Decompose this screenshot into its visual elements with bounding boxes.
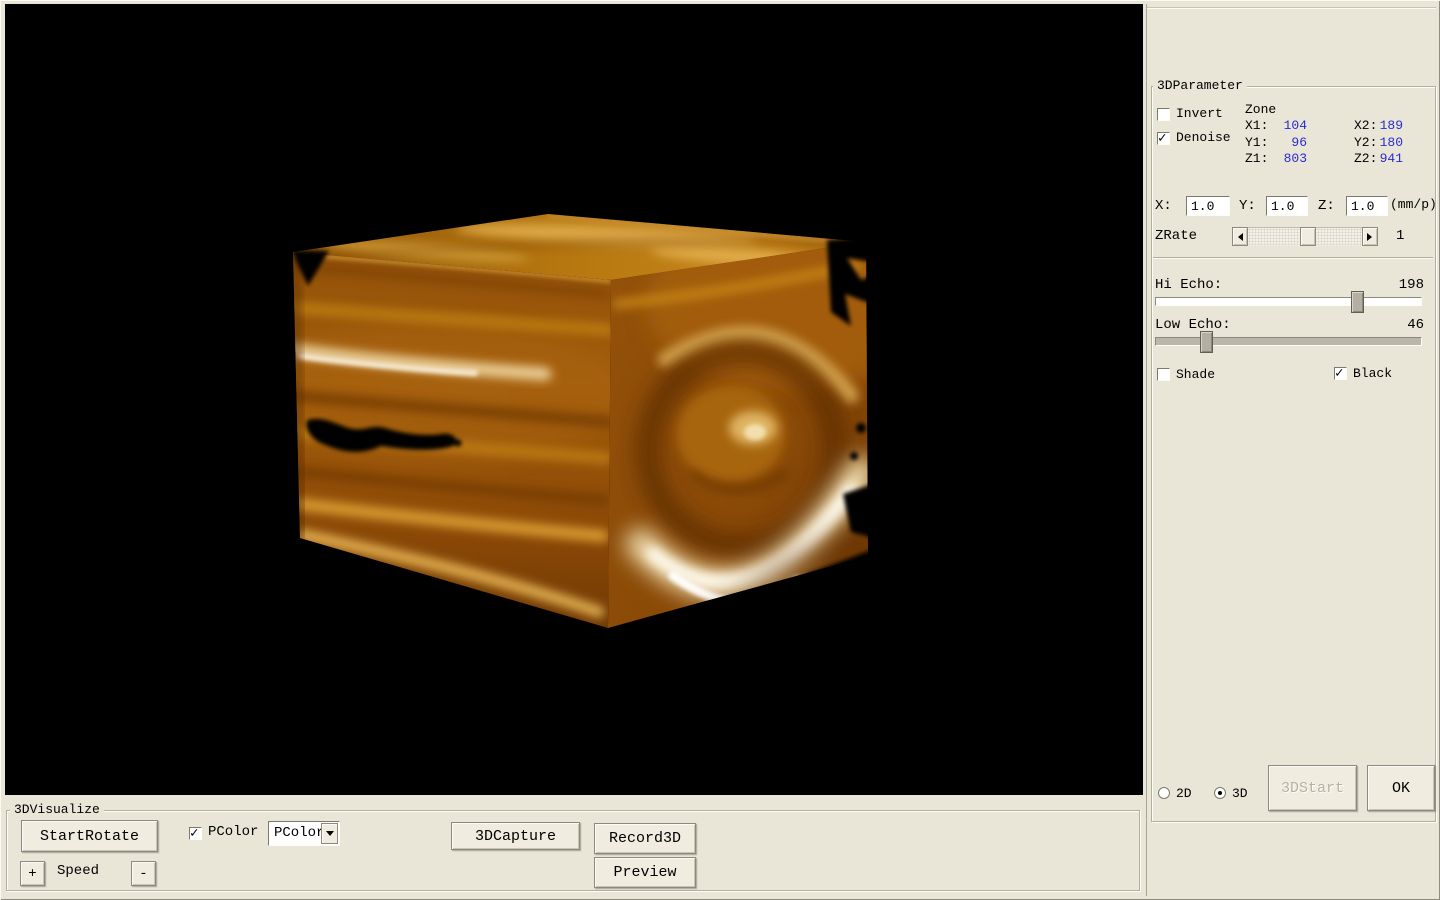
invert-checkbox[interactable] xyxy=(1157,108,1170,121)
pcolor-select-value: PColor xyxy=(274,825,324,841)
zrate-scroll-right-button[interactable] xyxy=(1362,227,1378,246)
arrow-left-icon xyxy=(1234,233,1243,241)
volume-3d-render xyxy=(5,4,1143,795)
x-scale-label: X: xyxy=(1155,199,1172,214)
hi-echo-slider[interactable] xyxy=(1155,291,1422,315)
black-checkbox[interactable] xyxy=(1334,367,1347,380)
zone-z1-label: Z1: xyxy=(1245,151,1268,166)
parameter-group-title: 3DParameter xyxy=(1153,79,1247,93)
panel-divider xyxy=(1146,4,1147,896)
zone-x1-value: 104 xyxy=(1267,118,1307,133)
shade-checkbox[interactable] xyxy=(1157,368,1170,381)
render-viewport[interactable] xyxy=(5,4,1143,795)
zrate-scrollbar[interactable] xyxy=(1232,227,1378,246)
zrate-value: 1 xyxy=(1396,229,1404,244)
denoise-label: Denoise xyxy=(1176,130,1231,145)
capture-3d-button[interactable]: 3DCapture xyxy=(451,822,580,850)
zrate-label: ZRate xyxy=(1155,229,1197,244)
y-scale-input[interactable] xyxy=(1266,196,1308,216)
mode-3d-label: 3D xyxy=(1232,786,1248,801)
zone-z1-value: 803 xyxy=(1267,151,1307,166)
low-echo-slider[interactable] xyxy=(1155,331,1422,355)
speed-minus-button[interactable]: - xyxy=(131,861,156,886)
scale-unit-label: (mm/p) xyxy=(1390,197,1437,212)
zone-x2-value: 189 xyxy=(1363,118,1403,133)
chevron-down-icon xyxy=(326,831,334,840)
zone-y1-label: Y1: xyxy=(1245,135,1268,150)
speed-plus-button[interactable]: + xyxy=(20,861,45,886)
mode-2d-radio[interactable] xyxy=(1158,787,1170,799)
speed-label: Speed xyxy=(57,864,99,879)
pcolor-select[interactable]: PColor xyxy=(268,821,340,846)
hi-echo-thumb[interactable] xyxy=(1351,291,1364,313)
zone-y1-value: 96 xyxy=(1267,135,1307,150)
zone-title: Zone xyxy=(1245,102,1276,117)
zone-y2-value: 180 xyxy=(1363,135,1403,150)
pcolor-select-dropdown-button[interactable] xyxy=(321,823,338,844)
start-3d-button[interactable]: 3DStart xyxy=(1268,765,1357,811)
low-echo-track[interactable] xyxy=(1155,337,1422,346)
hi-echo-track[interactable] xyxy=(1155,297,1422,306)
zone-x1-label: X1: xyxy=(1245,118,1268,133)
parameter-separator xyxy=(1153,257,1433,259)
z-scale-label: Z: xyxy=(1318,199,1335,214)
visualize-group-title: 3DVisualize xyxy=(10,803,104,817)
volume-right-face xyxy=(608,219,945,628)
app-window: 3DParameter Invert Denoise Zone X1: 104 … xyxy=(0,0,1440,900)
low-echo-thumb[interactable] xyxy=(1200,331,1213,353)
zrate-scroll-thumb[interactable] xyxy=(1300,227,1316,246)
pcolor-checkbox[interactable] xyxy=(189,827,202,840)
start-rotate-button[interactable]: StartRotate xyxy=(21,820,158,852)
ok-button[interactable]: OK xyxy=(1367,765,1435,811)
black-label: Black xyxy=(1353,366,1392,381)
mode-2d-label: 2D xyxy=(1176,786,1192,801)
zone-z2-value: 941 xyxy=(1363,151,1403,166)
right-panel-top-edge xyxy=(1147,7,1436,9)
zrate-scroll-left-button[interactable] xyxy=(1232,227,1248,246)
shade-label: Shade xyxy=(1176,367,1215,382)
y-scale-label: Y: xyxy=(1239,199,1256,214)
invert-label: Invert xyxy=(1176,106,1223,121)
denoise-checkbox[interactable] xyxy=(1157,132,1170,145)
pcolor-label: PColor xyxy=(208,825,258,840)
mode-3d-radio[interactable] xyxy=(1214,787,1226,799)
preview-button[interactable]: Preview xyxy=(594,857,696,888)
z-scale-input[interactable] xyxy=(1346,196,1388,216)
x-scale-input[interactable] xyxy=(1186,196,1230,216)
arrow-right-icon xyxy=(1367,233,1376,241)
record-3d-button[interactable]: Record3D xyxy=(594,823,696,854)
